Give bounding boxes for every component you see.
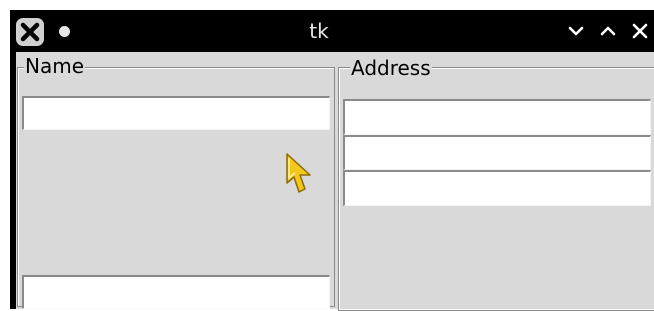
name-entry-1[interactable] xyxy=(22,96,330,130)
window-title: tk xyxy=(309,19,329,43)
chevron-up-icon[interactable] xyxy=(598,21,618,41)
app-window: tk Name Address xyxy=(10,10,654,311)
mouse-pointer-icon xyxy=(286,153,311,193)
address-frame: Address xyxy=(338,52,654,311)
name-frame-label: Name xyxy=(24,54,86,78)
address-entry-2[interactable] xyxy=(343,135,651,170)
close-icon[interactable] xyxy=(630,21,650,41)
address-entry-3[interactable] xyxy=(343,170,651,206)
address-entry-1[interactable] xyxy=(343,99,651,135)
chevron-down-icon[interactable] xyxy=(566,21,586,41)
address-frame-label: Address xyxy=(350,56,432,80)
window-content: Name Address xyxy=(16,52,654,311)
title-bar[interactable]: tk xyxy=(10,10,654,52)
name-entry-2[interactable] xyxy=(22,275,330,309)
